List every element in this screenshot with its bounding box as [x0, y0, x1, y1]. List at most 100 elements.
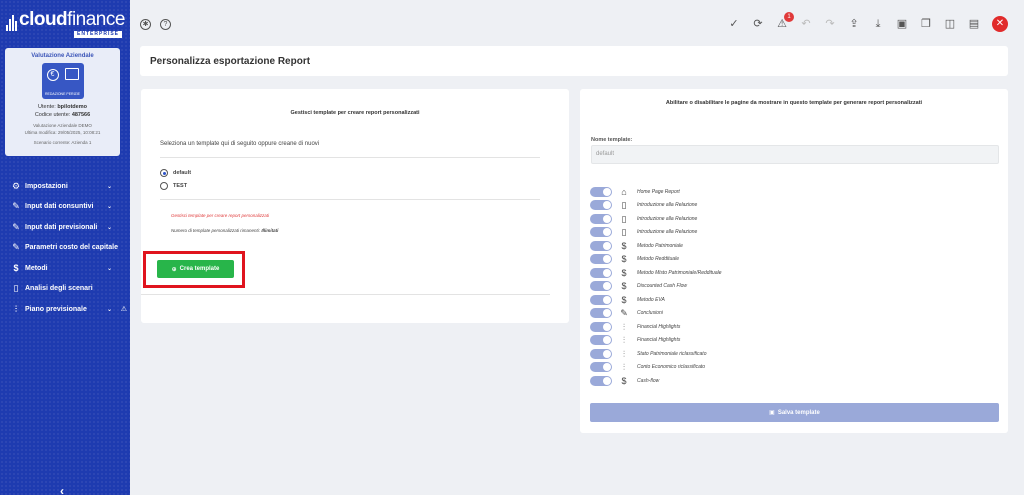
euro-icon: €	[46, 69, 59, 81]
undo-icon[interactable]: ↶	[800, 18, 812, 30]
template-warning: Gestisci template per creare report pers…	[171, 213, 270, 218]
company-name: Valutazione Aziendale DEMO	[33, 123, 92, 128]
page-toggle-switch[interactable]	[590, 267, 612, 278]
bar-chart-icon: ⫶	[622, 321, 626, 332]
sidebar-item-label: Input dati previsionali	[25, 223, 98, 231]
page-toggle-row: ▯ Introduzione alla Relazione	[590, 199, 722, 213]
company-card-title: Valutazione Aziendale	[31, 53, 94, 59]
sidebar-item-impostazioni[interactable]: ⚙ Impostazioni ⌄	[0, 176, 130, 197]
download-icon[interactable]: ⤓	[872, 18, 884, 30]
page-selection-title: Abilitare o disabilitare le pagine da mo…	[665, 100, 923, 106]
template-option-label: TEST	[173, 183, 188, 189]
radio-checked-icon[interactable]	[160, 169, 168, 177]
upload-icon[interactable]: ⇪	[848, 18, 860, 30]
page-toggle-switch[interactable]	[590, 254, 612, 265]
page-toggle-switch[interactable]	[590, 308, 612, 319]
template-option-test[interactable]: TEST	[160, 182, 187, 190]
redo-icon[interactable]: ↷	[824, 18, 836, 30]
dollar-icon: $	[621, 294, 627, 305]
monitor-icon	[64, 68, 79, 80]
current-scenario: Scenario corrente: Azienda 1	[33, 140, 92, 145]
bar-chart-icon: ⫶	[622, 348, 626, 359]
book-icon: ▯	[621, 227, 627, 238]
bar-chart-icon: ⫶	[622, 362, 626, 373]
page-toggle-switch[interactable]	[590, 240, 612, 251]
sidebar-item-label: Impostazioni	[25, 182, 68, 190]
save-icon[interactable]: ▣	[896, 18, 908, 30]
page-toggle-switch[interactable]	[590, 348, 612, 359]
brand-logo[interactable]: cloudfinance ENTERPRISE	[6, 10, 125, 38]
chevron-left-icon[interactable]: ‹	[60, 484, 64, 495]
save-template-button[interactable]: ▣ Salva template	[590, 403, 999, 422]
template-option-label: default	[173, 170, 192, 176]
sidebar-item-label: Analisi degli scenari	[25, 285, 93, 293]
book-icon: ▯	[13, 283, 19, 294]
refresh-icon[interactable]: ⟳	[752, 18, 764, 30]
dollar-icon: $	[621, 240, 627, 251]
sidebar-item-metodi[interactable]: $ Metodi ⌄	[0, 258, 130, 279]
user-label: Utente:	[38, 104, 56, 110]
dollar-icon: $	[621, 375, 627, 386]
template-name-input[interactable]: default	[591, 145, 999, 164]
user-code: 487566	[71, 112, 91, 118]
warning-icon[interactable]: ⚠ 1	[776, 12, 794, 30]
page-toggle-row: ⫶ Financial Highlights	[590, 320, 722, 334]
page-toggle-label: Stato Patrimoniale riclassificato	[637, 350, 707, 357]
sidebar-item-input-dati-consuntivi[interactable]: ✎ Input dati consuntivi ⌄	[0, 197, 130, 218]
highlight-box	[143, 251, 245, 288]
book-icon: ▯	[621, 200, 627, 211]
page-toggle-switch[interactable]	[590, 335, 612, 346]
sidebar-item-analisi-degli-scenari[interactable]: ▯ Analisi degli scenari	[0, 279, 130, 300]
page-toggle-switch[interactable]	[590, 213, 612, 224]
gear-icon: ⚙	[11, 180, 21, 191]
page-toggle-label: Discounted Cash Flow	[637, 283, 688, 290]
dollar-icon: $	[13, 263, 19, 274]
check-icon[interactable]: ✓	[728, 18, 740, 30]
chevron-down-icon: ⌄	[106, 204, 112, 211]
page-toggle-label: Metodo Misto Patrimoniale/Reddituale	[637, 269, 722, 276]
sidebar-item-label: Parametri costo del capitale	[25, 244, 118, 252]
page-toggle-label: Conto Economico riclassificato	[637, 364, 706, 371]
page-toggle-switch[interactable]	[590, 321, 612, 332]
code-label: Codice utente:	[34, 112, 71, 118]
logo-bars-icon	[6, 13, 17, 31]
copy-icon[interactable]: ❐	[920, 18, 932, 30]
close-button[interactable]: ✕	[992, 16, 1008, 32]
page-toggle-switch[interactable]	[590, 227, 612, 238]
dollar-icon: $	[621, 281, 627, 292]
save-icon: ▣	[769, 410, 775, 416]
page-toggle-label: Conclusioni	[637, 310, 663, 317]
chevron-down-icon: ⌄	[106, 224, 112, 231]
support-icon[interactable]: ✱	[140, 19, 151, 30]
divider	[160, 199, 540, 200]
layout-icon[interactable]: ▤	[968, 18, 980, 30]
page-toggle-switch[interactable]	[590, 281, 612, 292]
page-toggle-row: $ Cash-flow	[590, 374, 722, 388]
template-count: Numero di template personalizzati rimane…	[171, 228, 278, 233]
page-toggle-switch[interactable]	[590, 186, 612, 197]
page-toggle-label: Cash-flow	[637, 377, 660, 384]
page-toggle-label: Financial Highlights	[637, 337, 681, 344]
columns-icon[interactable]: ◫	[944, 18, 956, 30]
chevron-down-icon: ⌄	[106, 306, 112, 313]
page-toggle-label: Introduzione alla Relazione	[637, 229, 698, 236]
radio-unchecked-icon[interactable]	[160, 182, 168, 190]
template-option-default[interactable]: default	[160, 169, 191, 177]
sidebar-item-label: Piano previsionale	[25, 305, 87, 313]
page-toggle-switch[interactable]	[590, 375, 612, 386]
sidebar-item-parametri-costo-del-capitale[interactable]: ✎ Parametri costo del capitale	[0, 238, 130, 259]
help-icon[interactable]: ?	[160, 19, 171, 30]
template-manager-title: Gestisci template per creare report pers…	[290, 110, 420, 116]
page-toggle-row: ▯ Introduzione alla Relazione	[590, 226, 722, 240]
last-edit: Ultima modifica: 29/05/2025, 10:08:21	[24, 130, 101, 135]
template-name-label: Nome template:	[591, 137, 633, 143]
page-toggle-switch[interactable]	[590, 362, 612, 373]
page-toggle-row: $ Discounted Cash Flow	[590, 280, 722, 294]
template-count-value: Illimitati	[261, 228, 279, 233]
page-toggle-switch[interactable]	[590, 200, 612, 211]
warning-icon: ⚠	[120, 306, 127, 314]
page-toggle-switch[interactable]	[590, 294, 612, 305]
sidebar-item-piano-previsionale[interactable]: ⫶ Piano previsionale ⌄ ⚠	[0, 299, 130, 320]
sidebar-item-input-dati-previsionali[interactable]: ✎ Input dati previsionali ⌄	[0, 217, 130, 238]
company-card-image: € REDAZIONE PERIZIE	[41, 63, 84, 99]
